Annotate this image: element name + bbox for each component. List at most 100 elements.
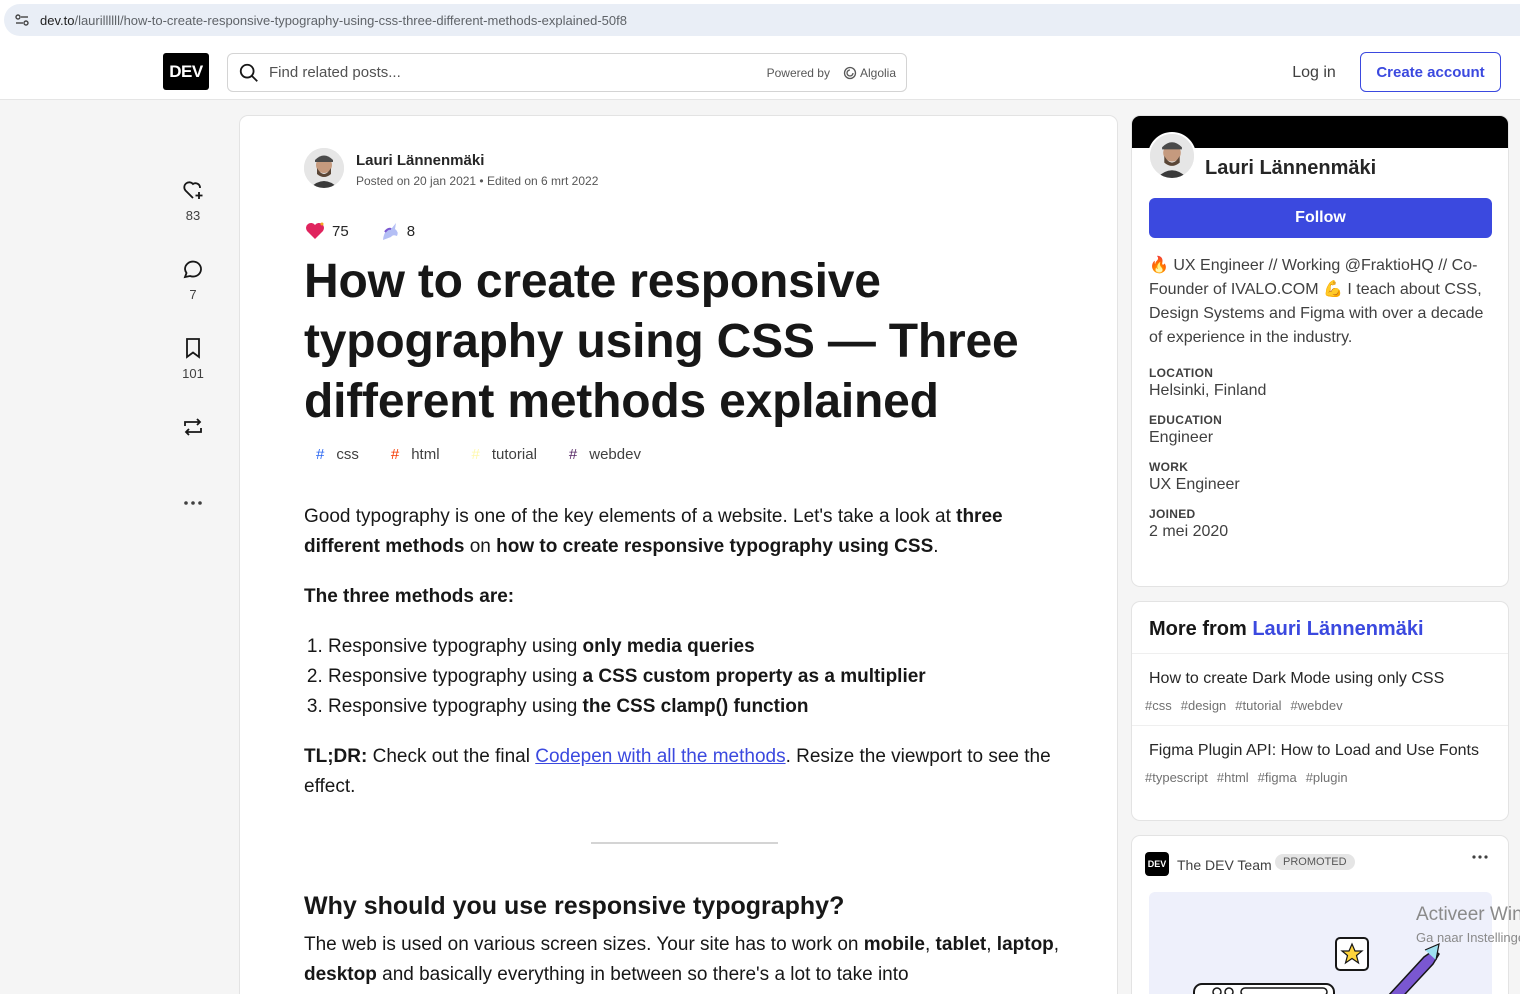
promo-author[interactable]: The DEV Team [1177,857,1272,873]
dev-logo[interactable]: DEV [163,53,209,90]
codepen-link[interactable]: Codepen with all the methods [535,746,785,767]
post-date: Posted on 20 jan 2021 • Edited on 6 mrt … [356,174,599,188]
intro-paragraph: Good typography is one of the key elemen… [304,502,1064,562]
list-item[interactable]: How to create Dark Mode using only CSS #… [1132,654,1508,726]
windows-activation-watermark: Activeer Windows [1416,904,1520,925]
comment-reaction[interactable]: 7 [163,257,223,336]
bookmark-reaction[interactable]: 101 [163,336,223,415]
tag[interactable]: #design [1181,698,1227,713]
more-from-heading: More from Lauri Lännenmäki [1132,602,1508,654]
more-options-icon[interactable] [1472,850,1488,864]
text: Check out the final [367,746,536,767]
sparkle-heart-icon [304,220,326,242]
tag[interactable]: #plugin [1306,770,1348,785]
create-account-button[interactable]: Create account [1360,52,1501,92]
author-avatar[interactable] [304,148,344,188]
tag-html[interactable]: # html [379,444,452,465]
emphasis: desktop [304,964,377,985]
list-item: Responsive typography using a CSS custom… [328,662,1064,692]
list-item: Responsive typography using only media q… [328,632,1064,662]
windows-activation-hint: Ga naar Instellingen [1416,930,1520,945]
tldr-paragraph: TL;DR: Check out the final Codepen with … [304,742,1064,802]
search-input[interactable]: Find related posts... [269,64,401,81]
location-label: LOCATION [1149,366,1214,380]
tag-label: webdev [589,446,641,463]
like-reaction[interactable]: 83 [163,178,223,257]
post-title[interactable]: How to create Dark Mode using only CSS [1149,670,1491,688]
methods-list: Responsive typography using only media q… [328,632,1064,722]
share-reaction[interactable] [163,415,223,475]
site-settings-icon[interactable] [14,12,30,28]
more-options-icon[interactable] [183,496,203,510]
bookmark-count: 101 [182,366,204,381]
education-label: EDUCATION [1149,413,1223,427]
like-count: 83 [185,208,201,223]
url-path: /laurillllll/how-to-create-responsive-ty… [74,12,627,28]
algolia-icon [843,66,857,80]
location-value: Helsinki, Finland [1149,382,1267,399]
joined-value: 2 mei 2020 [1149,523,1229,540]
list-item[interactable]: Figma Plugin API: How to Load and Use Fo… [1132,726,1508,797]
emphasis: how to create responsive typography usin… [496,536,934,557]
education-value: Engineer [1149,429,1214,446]
url-field[interactable]: dev.to/laurillllll/how-to-create-respons… [4,4,1520,36]
tag-tutorial[interactable]: # tutorial [460,444,549,465]
tag-css[interactable]: # css [304,444,371,465]
text: Good typography is one of the key elemen… [304,506,957,527]
post-title[interactable]: Figma Plugin API: How to Load and Use Fo… [1149,742,1491,760]
tag[interactable]: #typescript [1145,770,1208,785]
text: and basically everything in between so t… [376,964,909,985]
tag[interactable]: #css [1145,698,1172,713]
unicorn-count: 8 [406,222,416,240]
section-paragraph: The web is used on various screen sizes.… [304,930,1064,990]
promoted-badge: PROMOTED [1275,854,1355,870]
emphasis: TL;DR: [304,746,368,767]
text: Responsive typography using [328,636,583,657]
joined-label: JOINED [1149,507,1196,521]
dev-team-logo[interactable]: DEV [1145,852,1169,876]
emphasis: mobile [863,934,925,955]
emphasis: the CSS clamp() function [582,696,809,717]
tag-label: css [336,446,359,463]
tag-label: html [411,446,440,463]
url-host: dev.to [40,12,75,28]
text: Responsive typography using [328,666,583,687]
unicorn-icon [379,220,401,242]
list-item: Responsive typography using the CSS clam… [328,692,1064,722]
text: . [933,536,939,557]
more-from-author: More from Lauri Lännenmäki How to create… [1132,602,1508,820]
post-tags: #typescript #html #figma #plugin [1145,770,1491,785]
emphasis: a CSS custom property as a multiplier [582,666,926,687]
more-from-author-link[interactable]: Lauri Lännenmäki [1252,618,1423,640]
article-card: Lauri Lännenmäki Posted on 20 jan 2021 •… [240,116,1117,994]
profile-name[interactable]: Lauri Lännenmäki [1205,157,1376,180]
tag-hash: # [568,446,578,463]
text: More from [1149,618,1253,640]
emphasis: only media queries [582,636,755,657]
url-text: dev.to/laurillllll/how-to-create-respons… [40,13,627,28]
methods-heading: The three methods are: [304,582,1064,612]
tag-hash: # [390,446,400,463]
emphasis: The three methods are: [304,586,515,607]
tag[interactable]: #figma [1258,770,1297,785]
author-name[interactable]: Lauri Lännenmäki [356,152,484,169]
tag-webdev[interactable]: # webdev [557,444,653,465]
powered-by-algolia[interactable]: Powered by Algolia [767,66,896,80]
tag[interactable]: #tutorial [1235,698,1281,713]
article-tags: # css # html # tutorial # webdev [304,444,653,465]
author-portrait-icon [304,148,344,188]
divider [590,842,778,844]
profile-avatar[interactable] [1148,132,1196,180]
search-box[interactable]: Find related posts... Powered by Algolia [227,53,907,92]
heart-plus-icon [183,181,203,199]
tag[interactable]: #html [1217,770,1249,785]
author-profile-card: Lauri Lännenmäki Follow 🔥 UX Engineer //… [1132,116,1508,586]
tag[interactable]: #webdev [1291,698,1343,713]
text: on [464,536,497,557]
work-label: WORK [1149,460,1189,474]
follow-button[interactable]: Follow [1149,198,1492,238]
login-link[interactable]: Log in [1280,53,1348,92]
search-icon [239,63,258,82]
repost-icon [184,418,202,436]
browser-address-bar: dev.to/laurillllll/how-to-create-respons… [0,0,1520,43]
